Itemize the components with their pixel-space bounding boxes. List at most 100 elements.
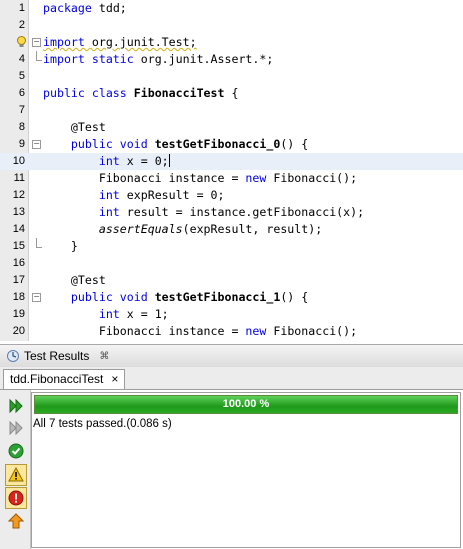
line-number: 10 [12,155,25,167]
code-line[interactable]: 10 int x = 0; [0,153,463,170]
code-token: public void [70,137,148,151]
subtab-fibonacci-test[interactable]: tdd.FibonacciTest × [3,369,126,389]
code-line[interactable]: 5 [0,68,463,85]
line-number: 11 [13,172,25,184]
show-passed-button[interactable] [6,441,26,461]
test-results-output: 100.00 % All 7 tests passed.(0.086 s) [31,392,461,548]
code-text: package tdd; [43,0,127,17]
code-line[interactable]: 6 public class FibonacciTest { [0,85,463,102]
code-line[interactable]: 16 [0,255,463,272]
code-text: } [43,238,78,255]
close-tab-icon[interactable]: ⌘ [99,351,109,362]
tab-test-results[interactable]: Test Results ⌘ [2,346,113,366]
code-text: public class FibonacciTest { [43,85,238,102]
fold-end-marker [36,51,42,61]
code-token: int [98,154,120,168]
code-text: assertEquals(expResult, result); [43,221,322,238]
subtab-label: tdd.FibonacciTest [10,372,104,386]
rerun-failed-button[interactable] [6,418,26,438]
code-line[interactable]: 13 int result = instance.getFibonacci(x)… [0,204,463,221]
show-warnings-button[interactable] [5,464,27,486]
show-warnings-icon [8,467,24,482]
code-line[interactable]: 8 @Test [0,119,463,136]
subtab-strip: tdd.FibonacciTest × [0,367,463,390]
code-token: (expResult, result); [182,222,323,236]
line-number: 2 [18,19,25,31]
code-token: FibonacciTest [133,86,225,100]
code-line[interactable]: 2 [0,17,463,34]
line-number: 5 [18,70,25,82]
code-token: Fibonacci(); [266,171,358,185]
code-token: } [43,239,78,253]
show-errors-icon [8,490,24,506]
code-line[interactable]: 14 assertEquals(expResult, result); [0,221,463,238]
code-line[interactable]: 20 Fibonacci instance = new Fibonacci(); [0,323,463,340]
code-token: Fibonacci(); [266,324,358,338]
test-results-titlebar: Test Results ⌘ [0,344,463,368]
code-text: int expResult = 0; [43,187,225,204]
code-line[interactable]: 15 } [0,238,463,255]
show-errors-button[interactable] [5,487,27,509]
previous-failure-button[interactable] [6,511,26,531]
code-token: int [98,188,120,202]
code-text: import static org.junit.Assert.*; [43,51,273,68]
code-lines[interactable]: 1 package tdd; 2 3−import org.junit.Test; 4 i… [0,0,463,340]
fold-toggle-icon[interactable]: − [32,38,41,47]
code-text: public void testGetFibonacci_0() { [43,136,308,153]
code-text: int result = instance.getFibonacci(x); [43,204,364,221]
fold-toggle-icon[interactable]: − [32,293,41,302]
code-line[interactable]: 17 @Test [0,272,463,289]
code-line[interactable]: 3−import org.junit.Test; [0,34,463,51]
line-number: 13 [12,206,25,218]
code-token: org.junit.Assert.*; [133,52,274,66]
code-token: import [43,35,85,49]
code-line[interactable]: 4 import static org.junit.Assert.*; [0,51,463,68]
progress-bar: 100.00 % [34,395,458,414]
subtab-close-icon[interactable]: × [111,370,118,389]
test-results-icon [7,350,19,362]
code-line[interactable]: 11 Fibonacci instance = new Fibonacci(); [0,170,463,187]
code-text: int x = 0; [43,153,170,170]
code-token: expResult = 0; [119,188,225,202]
code-token: assertEquals [98,222,183,236]
code-line[interactable]: 18− public void testGetFibonacci_1() { [0,289,463,306]
code-token: @Test [43,120,106,134]
line-number: 12 [12,189,25,201]
code-line[interactable]: 1 package tdd; [0,0,463,17]
code-editor[interactable]: 1 package tdd; 2 3−import org.junit.Test; 4 i… [0,0,463,341]
results-toolbar [0,390,31,549]
progress-label: 100.00 % [222,398,270,410]
test-summary: All 7 tests passed.(0.086 s) [33,418,172,430]
code-line[interactable]: 7 [0,102,463,119]
code-line[interactable]: 9− public void testGetFibonacci_0() { [0,136,463,153]
code-text: @Test [43,272,106,289]
line-number: 18 [12,291,25,303]
rerun-button[interactable] [6,396,26,416]
code-token: public class [43,86,127,100]
warning-bulb-icon[interactable] [16,36,27,48]
line-number: 17 [12,274,25,286]
code-token: () { [280,137,309,151]
code-token: @Test [43,273,106,287]
tab-test-results-label: Test Results [24,349,90,363]
code-text: Fibonacci instance = new Fibonacci(); [43,323,357,340]
fold-toggle-icon[interactable]: − [32,140,41,149]
line-number: 6 [18,87,25,99]
code-line[interactable]: 12 int expResult = 0; [0,187,463,204]
code-token: testGetFibonacci_0 [154,137,281,151]
line-number: 15 [12,240,25,252]
code-token: new [245,324,267,338]
code-token: package [43,1,92,15]
line-number: 19 [12,308,25,320]
code-text: public void testGetFibonacci_1() { [43,289,308,306]
code-line[interactable]: 19 int x = 1; [0,306,463,323]
code-text: import org.junit.Test; [43,34,197,51]
